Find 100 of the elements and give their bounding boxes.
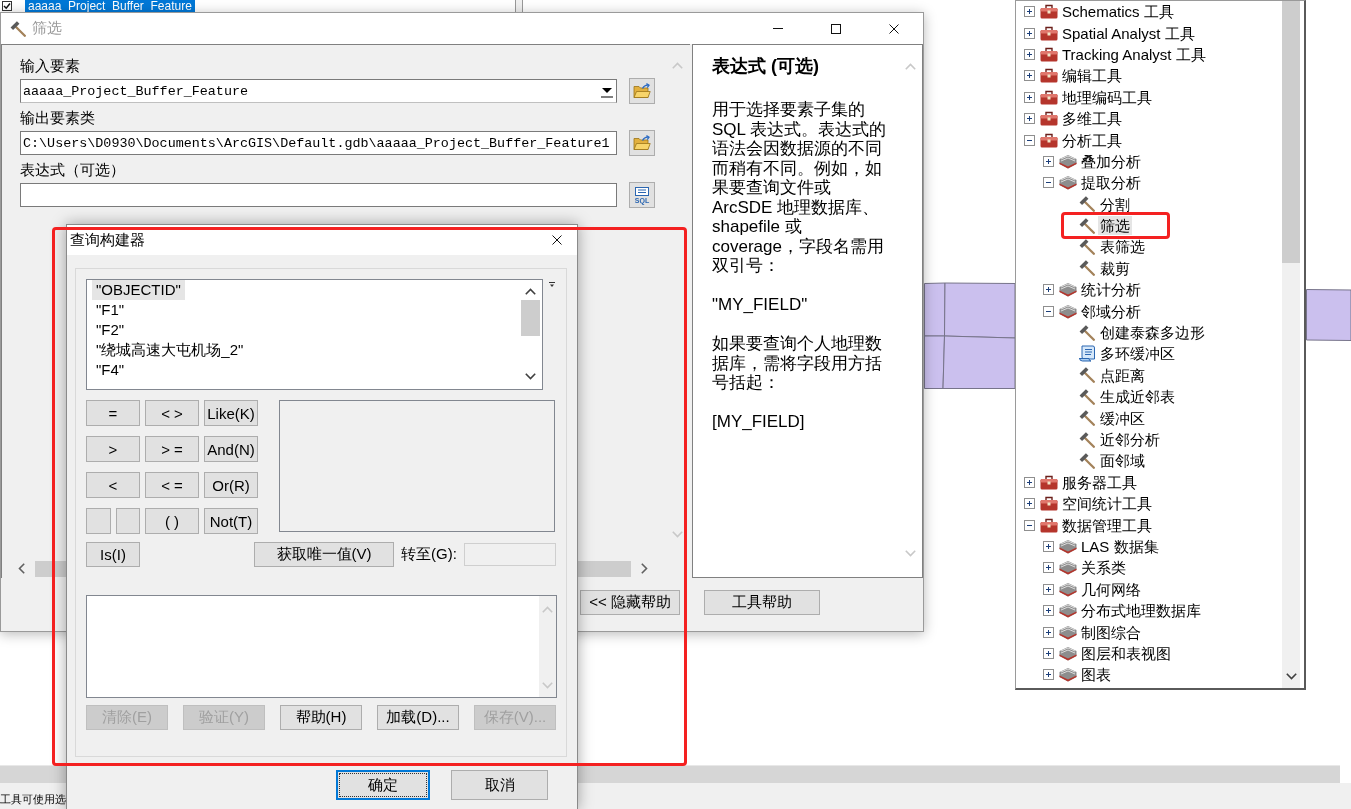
scroll-thumb[interactable] [521,300,540,336]
collapse-icon[interactable] [1024,519,1035,531]
expand-icon[interactable] [1024,498,1035,510]
tree-item[interactable]: Schematics 工具 [1060,2,1176,22]
menu-arrow-icon[interactable] [549,282,555,288]
tree-item[interactable]: 多环缓冲区 [1098,344,1177,364]
operator-button[interactable]: ( ) [145,508,199,534]
tree-item[interactable]: 几何网络 [1079,579,1143,599]
operator-button[interactable]: < = [145,472,199,498]
operator-button[interactable]: = [86,400,140,426]
checkbox-icon[interactable] [2,1,12,11]
tree-item[interactable]: 分布式地理数据库 [1079,601,1203,621]
unique-values-button[interactable]: 获取唯一值(V) [254,542,394,567]
expand-icon[interactable] [1043,583,1054,595]
scroll-up-icon[interactable] [525,288,536,295]
expand-icon[interactable] [1043,605,1054,617]
expression-field[interactable] [20,183,617,207]
tree-item[interactable]: 叠加分析 [1079,151,1143,171]
is-button[interactable]: Is(I) [86,542,140,567]
browse-button[interactable] [629,78,655,104]
dropdown-field[interactable]: aaaaa_Project_Buffer_Feature [20,79,617,103]
operator-button[interactable]: Like(K) [204,400,258,426]
operator-button[interactable]: < > [145,400,199,426]
collapse-icon[interactable] [1043,177,1054,189]
tree-item[interactable]: 裁剪 [1098,258,1132,278]
tree-item[interactable]: 缓冲区 [1098,408,1147,428]
field-list-item[interactable]: "F2" [92,320,129,340]
tree-item[interactable]: 分析工具 [1060,130,1124,150]
maximize-icon[interactable] [831,23,841,34]
expand-icon[interactable] [1043,626,1054,638]
tree-item[interactable]: 数据管理工具 [1060,515,1154,535]
tree-item[interactable]: 关系类 [1079,558,1128,578]
browse-button[interactable] [629,130,655,156]
tree-item[interactable]: 制图综合 [1079,622,1143,642]
operator-button[interactable]: And(N) [204,436,258,462]
close-icon[interactable] [552,235,562,245]
scroll-thumb[interactable] [1282,1,1300,263]
sql-expression-area[interactable] [86,595,557,698]
tree-item[interactable]: 点距离 [1098,365,1147,385]
expand-icon[interactable] [1024,70,1035,82]
help-button[interactable]: 帮助(H) [280,705,362,730]
expand-icon[interactable] [1024,113,1035,125]
expand-icon[interactable] [1024,48,1035,60]
tree-item[interactable]: 多维工具 [1060,109,1124,129]
go-to-field[interactable] [463,543,556,566]
expand-icon[interactable] [1024,6,1035,18]
scroll-right-icon[interactable] [641,563,648,574]
expand-icon[interactable] [1024,476,1035,488]
load-button[interactable]: 加载(D)... [377,705,459,730]
expand-icon[interactable] [1043,155,1054,167]
tree-item[interactable]: 分割 [1098,194,1132,214]
tree-item[interactable]: 创建泰森多边形 [1098,323,1207,343]
tree-item[interactable]: LAS 数据集 [1079,536,1161,556]
expand-icon[interactable] [1043,540,1054,552]
expand-icon[interactable] [1043,669,1054,681]
expand-icon[interactable] [1043,284,1054,296]
scroll-down-icon[interactable] [1285,673,1297,680]
scroll-down-icon[interactable] [525,373,536,380]
path-field[interactable]: C:\Users\D0930\Documents\ArcGIS\Default.gdb\aaaaa_Project_Buffer_Feature1 [20,131,617,155]
expand-icon[interactable] [1024,91,1035,103]
operator-button[interactable]: < [86,472,140,498]
hammer-icon [1079,410,1095,427]
field-list-item[interactable]: "绕城高速大屯机场_2" [92,340,248,360]
tree-item[interactable]: 邻域分析 [1079,301,1143,321]
splitter-bar[interactable] [515,0,523,12]
tree-item[interactable]: 生成近邻表 [1098,387,1177,407]
toolbox-icon [1040,496,1058,512]
tree-item[interactable]: 面邻域 [1098,451,1147,471]
tool-help-button[interactable]: 工具帮助 [704,590,820,615]
tree-item[interactable]: Tracking Analyst 工具 [1060,44,1208,64]
cancel-button[interactable]: 取消 [451,770,548,800]
tree-item[interactable]: Spatial Analyst 工具 [1060,23,1197,43]
tree-item[interactable]: 编辑工具 [1060,66,1124,86]
field-list-item[interactable]: "OBJECTID" [92,280,185,300]
operator-button[interactable]: > [86,436,140,462]
field-list-item[interactable]: "F1" [92,300,129,320]
tree-item[interactable]: 服务器工具 [1060,472,1139,492]
tree-item[interactable]: 地理编码工具 [1060,87,1154,107]
tree-item[interactable]: 图层和表视图 [1079,643,1173,663]
tree-item[interactable]: 空间统计工具 [1060,494,1154,514]
tree-item[interactable]: 筛选 [1098,216,1132,236]
tree-item[interactable]: 提取分析 [1079,173,1143,193]
values-list[interactable] [279,400,555,532]
scroll-left-icon[interactable] [18,563,25,574]
field-list-item[interactable]: "F4" [92,360,129,380]
close-icon[interactable] [889,23,899,34]
hide-help-button[interactable]: << 隐藏帮助 [580,590,680,615]
tree-item[interactable]: 表筛选 [1098,237,1147,257]
operator-button[interactable]: > = [145,436,199,462]
collapse-icon[interactable] [1024,134,1035,146]
expand-icon[interactable] [1024,27,1035,39]
collapse-icon[interactable] [1043,305,1054,317]
tree-item[interactable]: 近邻分析 [1098,430,1162,449]
tree-item[interactable]: 统计分析 [1079,280,1143,300]
expand-icon[interactable] [1043,647,1054,659]
ok-button[interactable]: 确定 [336,770,430,800]
tree-item[interactable]: 图表 [1079,665,1113,685]
operator-button[interactable]: Or(R) [204,472,258,498]
operator-button[interactable]: Not(T) [204,508,258,534]
expand-icon[interactable] [1043,562,1054,574]
